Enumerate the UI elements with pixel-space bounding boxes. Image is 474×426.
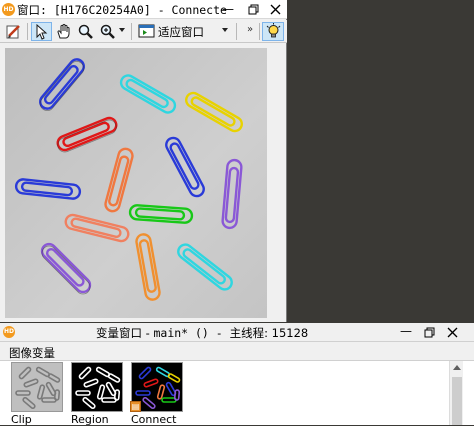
fit-window-mode-select[interactable]: 适应窗口	[158, 24, 204, 40]
toolbar-separator	[27, 23, 28, 40]
toolbar-separator	[131, 23, 132, 40]
edit-pencil-icon	[6, 25, 20, 39]
close-icon	[447, 327, 458, 338]
halcon-logo-icon: HD	[3, 326, 15, 338]
graphics-toolbar: 适应窗口 »	[0, 20, 287, 43]
pointer-tool-button[interactable]	[31, 22, 52, 41]
pan-tool-button[interactable]	[53, 22, 74, 41]
view-mode-dropdown-arrow-icon[interactable]	[222, 28, 228, 32]
graphics-window-title: 窗口: [H176C20254A0] - Connecte	[17, 3, 227, 17]
close-icon	[270, 4, 281, 15]
restore-button[interactable]	[240, 1, 264, 18]
zoom-dropdown-arrow-icon[interactable]	[119, 28, 125, 32]
edit-button[interactable]	[3, 22, 24, 41]
image-variables-label: 图像变量	[9, 346, 55, 360]
graphics-window-titlebar[interactable]: HD 窗口: [H176C20254A0] - Connecte —	[0, 0, 287, 19]
variable-thumbnail-region-label: Region	[71, 414, 109, 426]
halcon-logo-icon: HD	[2, 3, 15, 16]
graphics-canvas-area[interactable]	[0, 44, 286, 322]
variable-thumbnail-region[interactable]	[71, 362, 123, 412]
zoom-tool-button[interactable]	[97, 22, 118, 41]
variable-window: HD 变量窗口 - main* () - 主线程: 15128 — 图像变量 C…	[0, 323, 474, 426]
pointer-arrow-icon	[36, 23, 48, 40]
image-variables-panel: Clip Region ▤ Connect	[0, 361, 474, 426]
variable-window-titlebar[interactable]: HD 变量窗口 - main* () - 主线程: 15128 —	[0, 323, 474, 342]
region-thumbnail-image	[75, 366, 121, 410]
variable-window-title-procedure: main* () -	[153, 326, 230, 340]
variable-panel-scrollbar[interactable]	[449, 361, 463, 425]
paperclip-image-display[interactable]	[5, 48, 267, 318]
close-button[interactable]	[442, 324, 464, 341]
toolbar-overflow-button[interactable]: »	[247, 24, 253, 35]
lightbulb-icon	[266, 23, 280, 38]
close-button[interactable]	[264, 1, 287, 18]
paperclip-image	[5, 48, 267, 318]
minimize-button[interactable]: —	[395, 323, 417, 342]
restore-icon	[424, 327, 435, 338]
graphics-window: HD 窗口: [H176C20254A0] - Connecte — 适应窗口 …	[0, 0, 287, 322]
zoom-in-icon	[100, 24, 115, 39]
variable-window-title-prefix: 变量窗口 -	[96, 326, 154, 340]
minimize-button[interactable]: —	[216, 1, 240, 18]
image-variables-header: 图像变量	[0, 343, 474, 361]
variable-window-title: 变量窗口 - main* () - 主线程: 15128	[96, 325, 308, 341]
fit-window-button[interactable]	[136, 22, 157, 41]
fit-window-icon	[138, 24, 154, 38]
scrollbar-thumb[interactable]	[452, 377, 462, 425]
region-tuple-badge-icon: ▤	[130, 401, 141, 412]
variable-thumbnail-clip[interactable]	[11, 362, 63, 412]
lightbulb-button[interactable]	[262, 22, 284, 41]
scroll-up-arrow-icon[interactable]	[453, 365, 461, 370]
clip-thumbnail-image	[15, 366, 61, 410]
magnify-tool-button[interactable]	[75, 22, 96, 41]
magnifier-icon	[78, 24, 93, 39]
variable-thumbnail-clip-label: Clip	[11, 414, 32, 426]
variable-thumbnail-connect-label: Connect	[131, 414, 177, 426]
variable-window-title-thread: 主线程: 15128	[229, 326, 309, 340]
restore-icon	[248, 4, 259, 15]
toolbar-separator	[259, 23, 260, 40]
hand-icon	[57, 23, 70, 39]
restore-button[interactable]	[418, 324, 440, 341]
toolbar-separator	[236, 23, 237, 40]
